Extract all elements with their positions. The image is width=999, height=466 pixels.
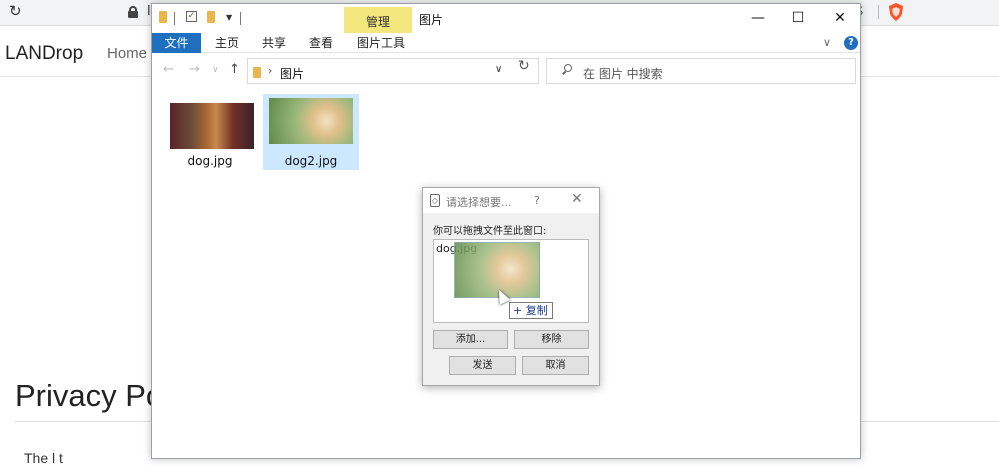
remove-button[interactable]: 移除 bbox=[514, 330, 589, 349]
new-folder-icon[interactable] bbox=[207, 11, 215, 23]
forward-arrow-icon[interactable]: → bbox=[189, 62, 200, 77]
app-icon: ◇ bbox=[430, 194, 440, 207]
back-arrow-icon[interactable]: ← bbox=[163, 62, 174, 77]
send-button[interactable]: 发送 bbox=[449, 356, 516, 375]
send-files-dialog: ◇ 请选择想要... ? ✕ 你可以拖拽文件至此窗口: dog.jpg + 复制… bbox=[422, 187, 600, 386]
breadcrumb[interactable]: 图片 bbox=[280, 65, 304, 82]
cancel-button[interactable]: 取消 bbox=[522, 356, 589, 375]
file-thumbnail bbox=[269, 98, 353, 144]
reload-icon[interactable]: ↻ bbox=[9, 2, 22, 20]
chevron-down-icon[interactable]: ∨ bbox=[823, 33, 831, 53]
qa-divider bbox=[174, 12, 175, 25]
search-placeholder: 在 图片 中搜索 bbox=[583, 67, 663, 81]
toolbar-divider bbox=[878, 5, 879, 19]
file-drop-list[interactable]: dog.jpg + 复制 bbox=[433, 239, 589, 323]
search-icon bbox=[561, 64, 572, 75]
page-body-text: The l t bbox=[24, 450, 63, 466]
lock-icon bbox=[128, 6, 138, 18]
close-button[interactable]: ✕ bbox=[825, 8, 855, 28]
help-icon[interactable]: ? bbox=[844, 36, 858, 50]
properties-icon[interactable]: ✓ bbox=[186, 11, 197, 22]
dialog-title: 请选择想要... bbox=[446, 196, 512, 209]
navigation-bar: ← → ∨ ↑ › 图片 ∨ ↻ 在 图片 中搜索 bbox=[152, 53, 860, 89]
site-brand[interactable]: LANDrop bbox=[5, 43, 83, 65]
add-button[interactable]: 添加... bbox=[433, 330, 508, 349]
tab-picture-tools[interactable]: 图片工具 bbox=[357, 33, 405, 53]
tab-manage[interactable]: 管理 bbox=[344, 7, 412, 33]
brave-shield-icon[interactable] bbox=[888, 3, 904, 21]
copy-drop-badge: + 复制 bbox=[509, 302, 553, 319]
tab-share[interactable]: 共享 bbox=[262, 33, 286, 53]
file-item[interactable]: dog.jpg bbox=[162, 94, 258, 170]
dialog-title-bar[interactable]: ◇ 请选择想要... ? ✕ bbox=[423, 188, 599, 213]
ribbon-tabs: 文件 主页 共享 查看 图片工具 ∨ ? bbox=[152, 33, 860, 53]
window-title: 图片 bbox=[419, 13, 444, 27]
minimize-button[interactable]: — bbox=[743, 8, 773, 28]
address-bar[interactable]: › 图片 ∨ bbox=[247, 58, 539, 84]
dialog-close-button[interactable]: ✕ bbox=[571, 191, 583, 207]
address-dropdown-icon[interactable]: ∨ bbox=[495, 64, 502, 75]
refresh-button[interactable]: ↻ bbox=[518, 58, 530, 74]
tab-file[interactable]: 文件 bbox=[152, 33, 201, 53]
tab-view[interactable]: 查看 bbox=[309, 33, 333, 53]
dialog-hint: 你可以拖拽文件至此窗口: bbox=[433, 226, 547, 237]
file-thumbnail bbox=[170, 103, 254, 149]
search-input[interactable]: 在 图片 中搜索 bbox=[546, 58, 856, 84]
folder-icon bbox=[253, 67, 261, 78]
file-name: dog.jpg bbox=[187, 154, 233, 168]
tab-home[interactable]: 主页 bbox=[215, 33, 239, 53]
breadcrumb-chevron-icon[interactable]: › bbox=[268, 64, 272, 77]
folder-icon bbox=[159, 11, 167, 23]
dialog-help-button[interactable]: ? bbox=[534, 194, 540, 207]
customize-qa-icon[interactable]: ▼ bbox=[226, 13, 232, 22]
qa-divider bbox=[240, 12, 241, 25]
recent-locations-icon[interactable]: ∨ bbox=[212, 65, 219, 75]
explorer-title-bar[interactable]: ✓ ▼ 管理 图片 — ☐ ✕ bbox=[152, 4, 860, 33]
nav-home-link[interactable]: Home bbox=[107, 45, 147, 62]
file-name: dog2.jpg bbox=[284, 154, 338, 168]
page-heading: Privacy Po bbox=[15, 378, 164, 413]
file-item-selected[interactable]: dog2.jpg bbox=[263, 94, 359, 170]
up-arrow-icon[interactable]: ↑ bbox=[229, 62, 240, 77]
maximize-button[interactable]: ☐ bbox=[783, 8, 813, 28]
